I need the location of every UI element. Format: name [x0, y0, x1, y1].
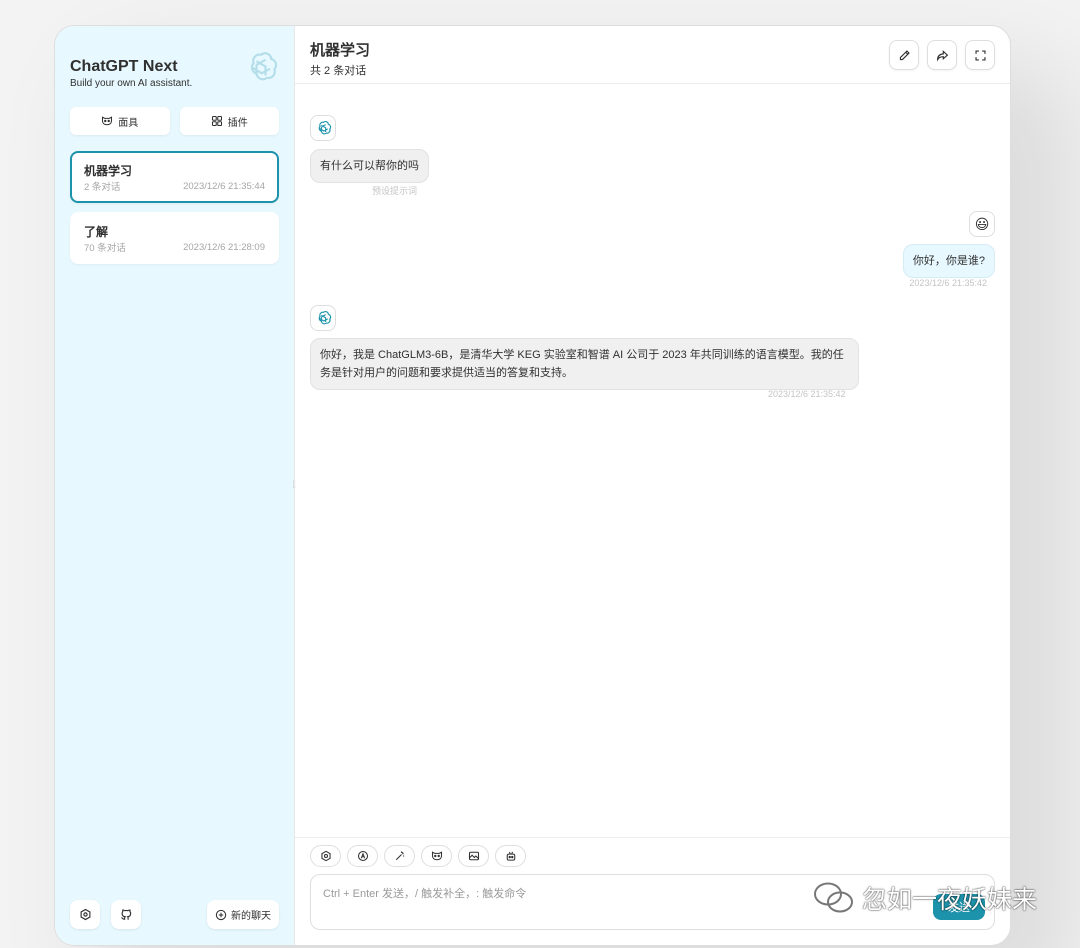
bot-avatar: [310, 115, 336, 141]
message-list: 有什么可以帮你的吗 预设提示词 😃 你好，你是谁? 2023/12/6 21:3…: [295, 84, 1010, 837]
prompt-button[interactable]: [384, 845, 415, 867]
fullscreen-icon: [974, 49, 986, 61]
message-meta: 预设提示词: [372, 186, 418, 196]
share-button[interactable]: [927, 40, 957, 70]
image-tool-icon: [468, 851, 479, 861]
image-tool-button[interactable]: [458, 845, 489, 867]
theme-auto-icon: [357, 850, 368, 862]
chat-item-count: 2 条对话: [84, 182, 121, 193]
user-emoji-icon: 😃: [974, 215, 990, 232]
edit-icon: [899, 49, 910, 60]
chat-list: 机器学习 2 条对话 2023/12/6 21:35:44 了解 70 条对话 …: [70, 151, 279, 264]
bot-message: 有什么可以帮你的吗: [310, 149, 429, 183]
chat-header: 机器学习 共 2 条对话: [295, 26, 1010, 84]
plugin-grid-icon: [211, 115, 222, 127]
chat-panel: 机器学习 共 2 条对话 有什么可以帮你的吗 预设提示词 😃 你好，你是谁? 2…: [294, 26, 1010, 945]
share-icon: [936, 49, 948, 62]
fullscreen-button[interactable]: [965, 40, 995, 70]
openai-logo-icon: [250, 52, 278, 81]
message-timestamp: 2023/12/6 21:35:42: [768, 389, 846, 399]
chat-item-count: 70 条对话: [84, 243, 126, 254]
mask-tool-button[interactable]: [421, 845, 452, 867]
prompt-magic-icon: [395, 851, 404, 861]
chat-item-title: 了解: [84, 225, 109, 239]
chat-item-understand[interactable]: 了解 70 条对话 2023/12/6 21:28:09: [70, 212, 279, 264]
edit-button[interactable]: [889, 40, 919, 70]
chat-input-placeholder: Ctrl + Enter 发送，/ 触发补全，: 触发命令: [323, 888, 527, 900]
settings-tool-button[interactable]: [310, 845, 341, 867]
mask-button[interactable]: 面具: [70, 107, 170, 135]
robot-tool-icon: [506, 851, 515, 861]
mask-label: 面具: [118, 117, 139, 129]
github-icon: [120, 909, 131, 920]
watermark-text: 忽如一夜妖妹来: [862, 886, 1038, 914]
robot-tool-button[interactable]: [495, 845, 526, 867]
github-button[interactable]: [111, 900, 141, 929]
chat-toolbar: [310, 845, 526, 867]
openai-logo-icon: [318, 310, 331, 324]
sidebar: ChatGPT Next Build your own AI assistant…: [55, 26, 296, 945]
add-circle-icon: [215, 909, 227, 920]
mask-icon: [102, 116, 113, 126]
app-window: ChatGPT Next Build your own AI assistant…: [54, 25, 1011, 946]
settings-button[interactable]: [70, 900, 100, 929]
user-avatar: 😃: [969, 211, 995, 237]
watermark: 忽如一夜妖妹来: [812, 880, 1037, 916]
plugin-button[interactable]: 插件: [179, 107, 279, 135]
chat-item-date: 2023/12/6 21:28:09: [183, 242, 265, 253]
settings-icon: [80, 908, 90, 921]
chat-item-title: 机器学习: [84, 164, 133, 178]
plugin-label: 插件: [227, 117, 248, 129]
settings-tool-icon: [320, 850, 331, 862]
new-chat-label: 新的聊天: [231, 911, 271, 922]
message-timestamp: 2023/12/6 21:35:42: [909, 278, 987, 288]
chat-item-machine-learning[interactable]: 机器学习 2 条对话 2023/12/6 21:35:44: [70, 151, 279, 203]
bot-message: 你好，我是 ChatGLM3-6B，是清华大学 KEG 实验室和智谱 AI 公司…: [310, 338, 859, 390]
wechat-icon: [814, 882, 853, 913]
openai-logo-icon: [318, 120, 331, 134]
theme-button[interactable]: [347, 845, 378, 867]
user-message: 你好，你是谁?: [902, 244, 995, 278]
chat-item-date: 2023/12/6 21:35:44: [183, 181, 265, 192]
new-chat-button[interactable]: 新的聊天: [207, 900, 279, 929]
mask-tool-icon: [431, 851, 442, 861]
bot-avatar: [310, 305, 336, 331]
